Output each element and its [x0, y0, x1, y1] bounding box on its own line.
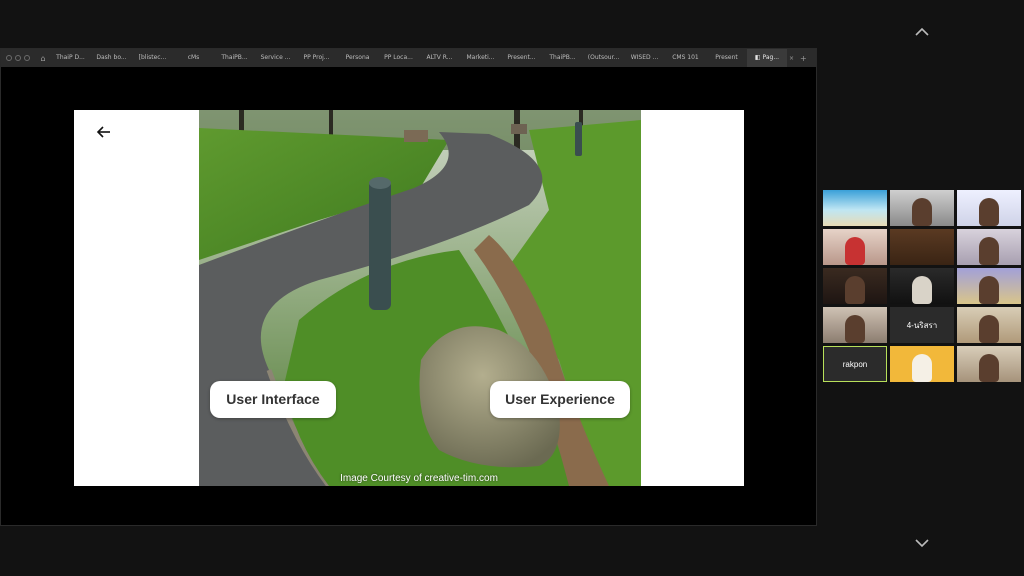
participant-tile[interactable] — [957, 307, 1021, 343]
participant-tile[interactable] — [957, 346, 1021, 382]
browser-tab[interactable]: ThaiPB... — [542, 49, 583, 67]
participant-name: 4-นริสรา — [906, 320, 938, 330]
park-path-photo — [199, 110, 641, 486]
participant-tile[interactable] — [957, 229, 1021, 265]
participant-face — [979, 198, 999, 226]
browser-tab[interactable]: Dash bo... — [91, 49, 132, 67]
participant-gallery: 4-นริสรา rakpon — [823, 190, 1022, 382]
browser-tab[interactable]: Service ... — [255, 49, 296, 67]
tab-list: ThaiP D... Dash bo... [blistec... cMs ThaiPB… — [50, 49, 747, 67]
participant-tile[interactable] — [823, 307, 887, 343]
cat-avatar — [912, 354, 932, 382]
participant-face — [845, 237, 865, 265]
minimize-window-icon[interactable] — [15, 55, 21, 61]
browser-tab[interactable]: ThaiP D... — [50, 49, 91, 67]
participant-tile[interactable] — [823, 190, 887, 226]
new-tab-icon[interactable]: + — [796, 54, 807, 63]
close-window-icon[interactable] — [6, 55, 12, 61]
participant-name: rakpon — [842, 359, 868, 369]
home-icon[interactable]: ⌂ — [36, 54, 50, 63]
participant-face — [912, 198, 932, 226]
browser-tab[interactable]: [blistec... — [132, 49, 173, 67]
browser-tab-bar: ⌂ ThaiP D... Dash bo... [blistec... cMs Thai… — [1, 49, 816, 67]
participant-tile[interactable]: 4-นริสรา — [890, 307, 954, 343]
participant-tile[interactable] — [823, 268, 887, 304]
dog-avatar — [912, 276, 932, 304]
participant-tile[interactable] — [823, 229, 887, 265]
participant-face — [979, 276, 999, 304]
participant-tile[interactable] — [890, 268, 954, 304]
browser-tab[interactable]: Present — [706, 49, 747, 67]
participant-tile[interactable] — [957, 190, 1021, 226]
participant-face — [845, 315, 865, 343]
browser-tab[interactable]: Present... — [501, 49, 542, 67]
participant-tile[interactable] — [890, 190, 954, 226]
participant-tile[interactable] — [957, 268, 1021, 304]
image-credit: Image Courtesy of creative-tim.com — [340, 473, 498, 484]
browser-tab[interactable]: ThaiPB... — [214, 49, 255, 67]
user-interface-label: User Interface — [210, 381, 336, 418]
tab-favicon-icon: ◧ — [754, 54, 763, 61]
browser-tab[interactable]: Marketi... — [460, 49, 501, 67]
arrow-left-icon[interactable] — [96, 124, 112, 140]
participant-tile[interactable]: rakpon — [823, 346, 887, 382]
tab-label: Pag... — [762, 54, 780, 61]
shared-screen: ⌂ ThaiP D... Dash bo... [blistec... cMs Thai… — [0, 48, 817, 526]
browser-tab[interactable]: (Outsour... — [583, 49, 624, 67]
browser-tab[interactable]: cMs — [173, 49, 214, 67]
browser-tab[interactable]: PP Proj... — [296, 49, 337, 67]
browser-tab[interactable]: CMS 101 — [665, 49, 706, 67]
participant-tile[interactable] — [890, 346, 954, 382]
zoom-window-icon[interactable] — [24, 55, 30, 61]
tab-close-icon[interactable]: × — [787, 55, 796, 62]
presentation-slide: User Interface User Experience Image Cou… — [74, 110, 744, 486]
chevron-down-icon[interactable] — [914, 538, 930, 548]
screen: ⌂ ThaiP D... Dash bo... [blistec... cMs Thai… — [0, 0, 1024, 576]
tab-active[interactable]: ◧ Pag... — [747, 49, 787, 67]
browser-tab[interactable]: WISED ... — [624, 49, 665, 67]
chevron-up-icon[interactable] — [914, 27, 930, 37]
browser-tab[interactable]: PP Loca... — [378, 49, 419, 67]
participant-face — [845, 276, 865, 304]
window-controls — [1, 55, 36, 61]
participant-tile[interactable] — [890, 229, 954, 265]
browser-tab[interactable]: ALTV R... — [419, 49, 460, 67]
browser-tab[interactable]: Persona — [337, 49, 378, 67]
participant-face — [979, 354, 999, 382]
participant-face — [979, 237, 999, 265]
participant-face — [979, 315, 999, 343]
user-experience-label: User Experience — [490, 381, 630, 418]
